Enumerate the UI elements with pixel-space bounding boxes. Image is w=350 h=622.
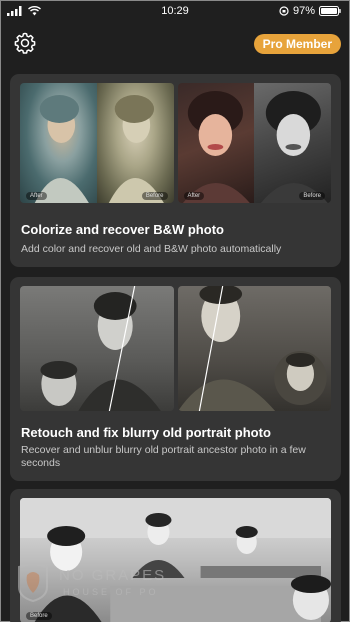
before-tag: Before [26,612,52,620]
pro-member-badge[interactable]: Pro Member [253,34,341,54]
retouch-feature-card[interactable]: Retouch and fix blurry old portrait phot… [10,277,341,481]
card-description: Recover and unblur blurry old portrait a… [21,444,306,469]
card-title: Colorize and recover B&W photo [21,222,224,237]
portrait-soldier-image [177,286,327,411]
card-title: Retouch and fix blurry old portrait phot… [21,425,271,440]
card-description: Add color and recover old and B&W photo … [21,243,282,255]
status-bar: 10:29 97% [1,1,349,21]
classroom-feature-card[interactable]: Before [10,489,341,622]
portrait-group-image [40,286,161,411]
before-tag: Before [299,192,325,200]
sample-pair-2 [177,286,331,411]
sample-pair-2: After Before [177,83,331,203]
header: Pro Member [1,27,349,61]
sample-pair-1: After Before [20,83,174,203]
after-tag: After [26,192,47,200]
battery-percent: 97% [292,5,315,17]
orientation-lock-icon [279,6,289,16]
signal-icon [7,6,22,16]
before-image: Before [254,83,331,203]
wifi-icon [28,6,41,16]
classroom-sample-image: Before [20,498,331,622]
after-image: After [20,83,97,203]
classroom-photo: Before [20,498,331,622]
after-image: After [177,83,255,203]
before-image: Before [96,83,174,203]
sample-pair-1 [20,286,174,411]
colorize-sample-images: After Before After Before [20,83,331,203]
retouch-sample-images [20,286,331,411]
before-tag: Before [141,192,168,200]
after-tag: After [183,192,205,200]
colorize-feature-card[interactable]: After Before After Before Colorize and r… [10,74,341,267]
battery-icon [319,6,341,16]
gear-icon[interactable] [13,31,37,55]
